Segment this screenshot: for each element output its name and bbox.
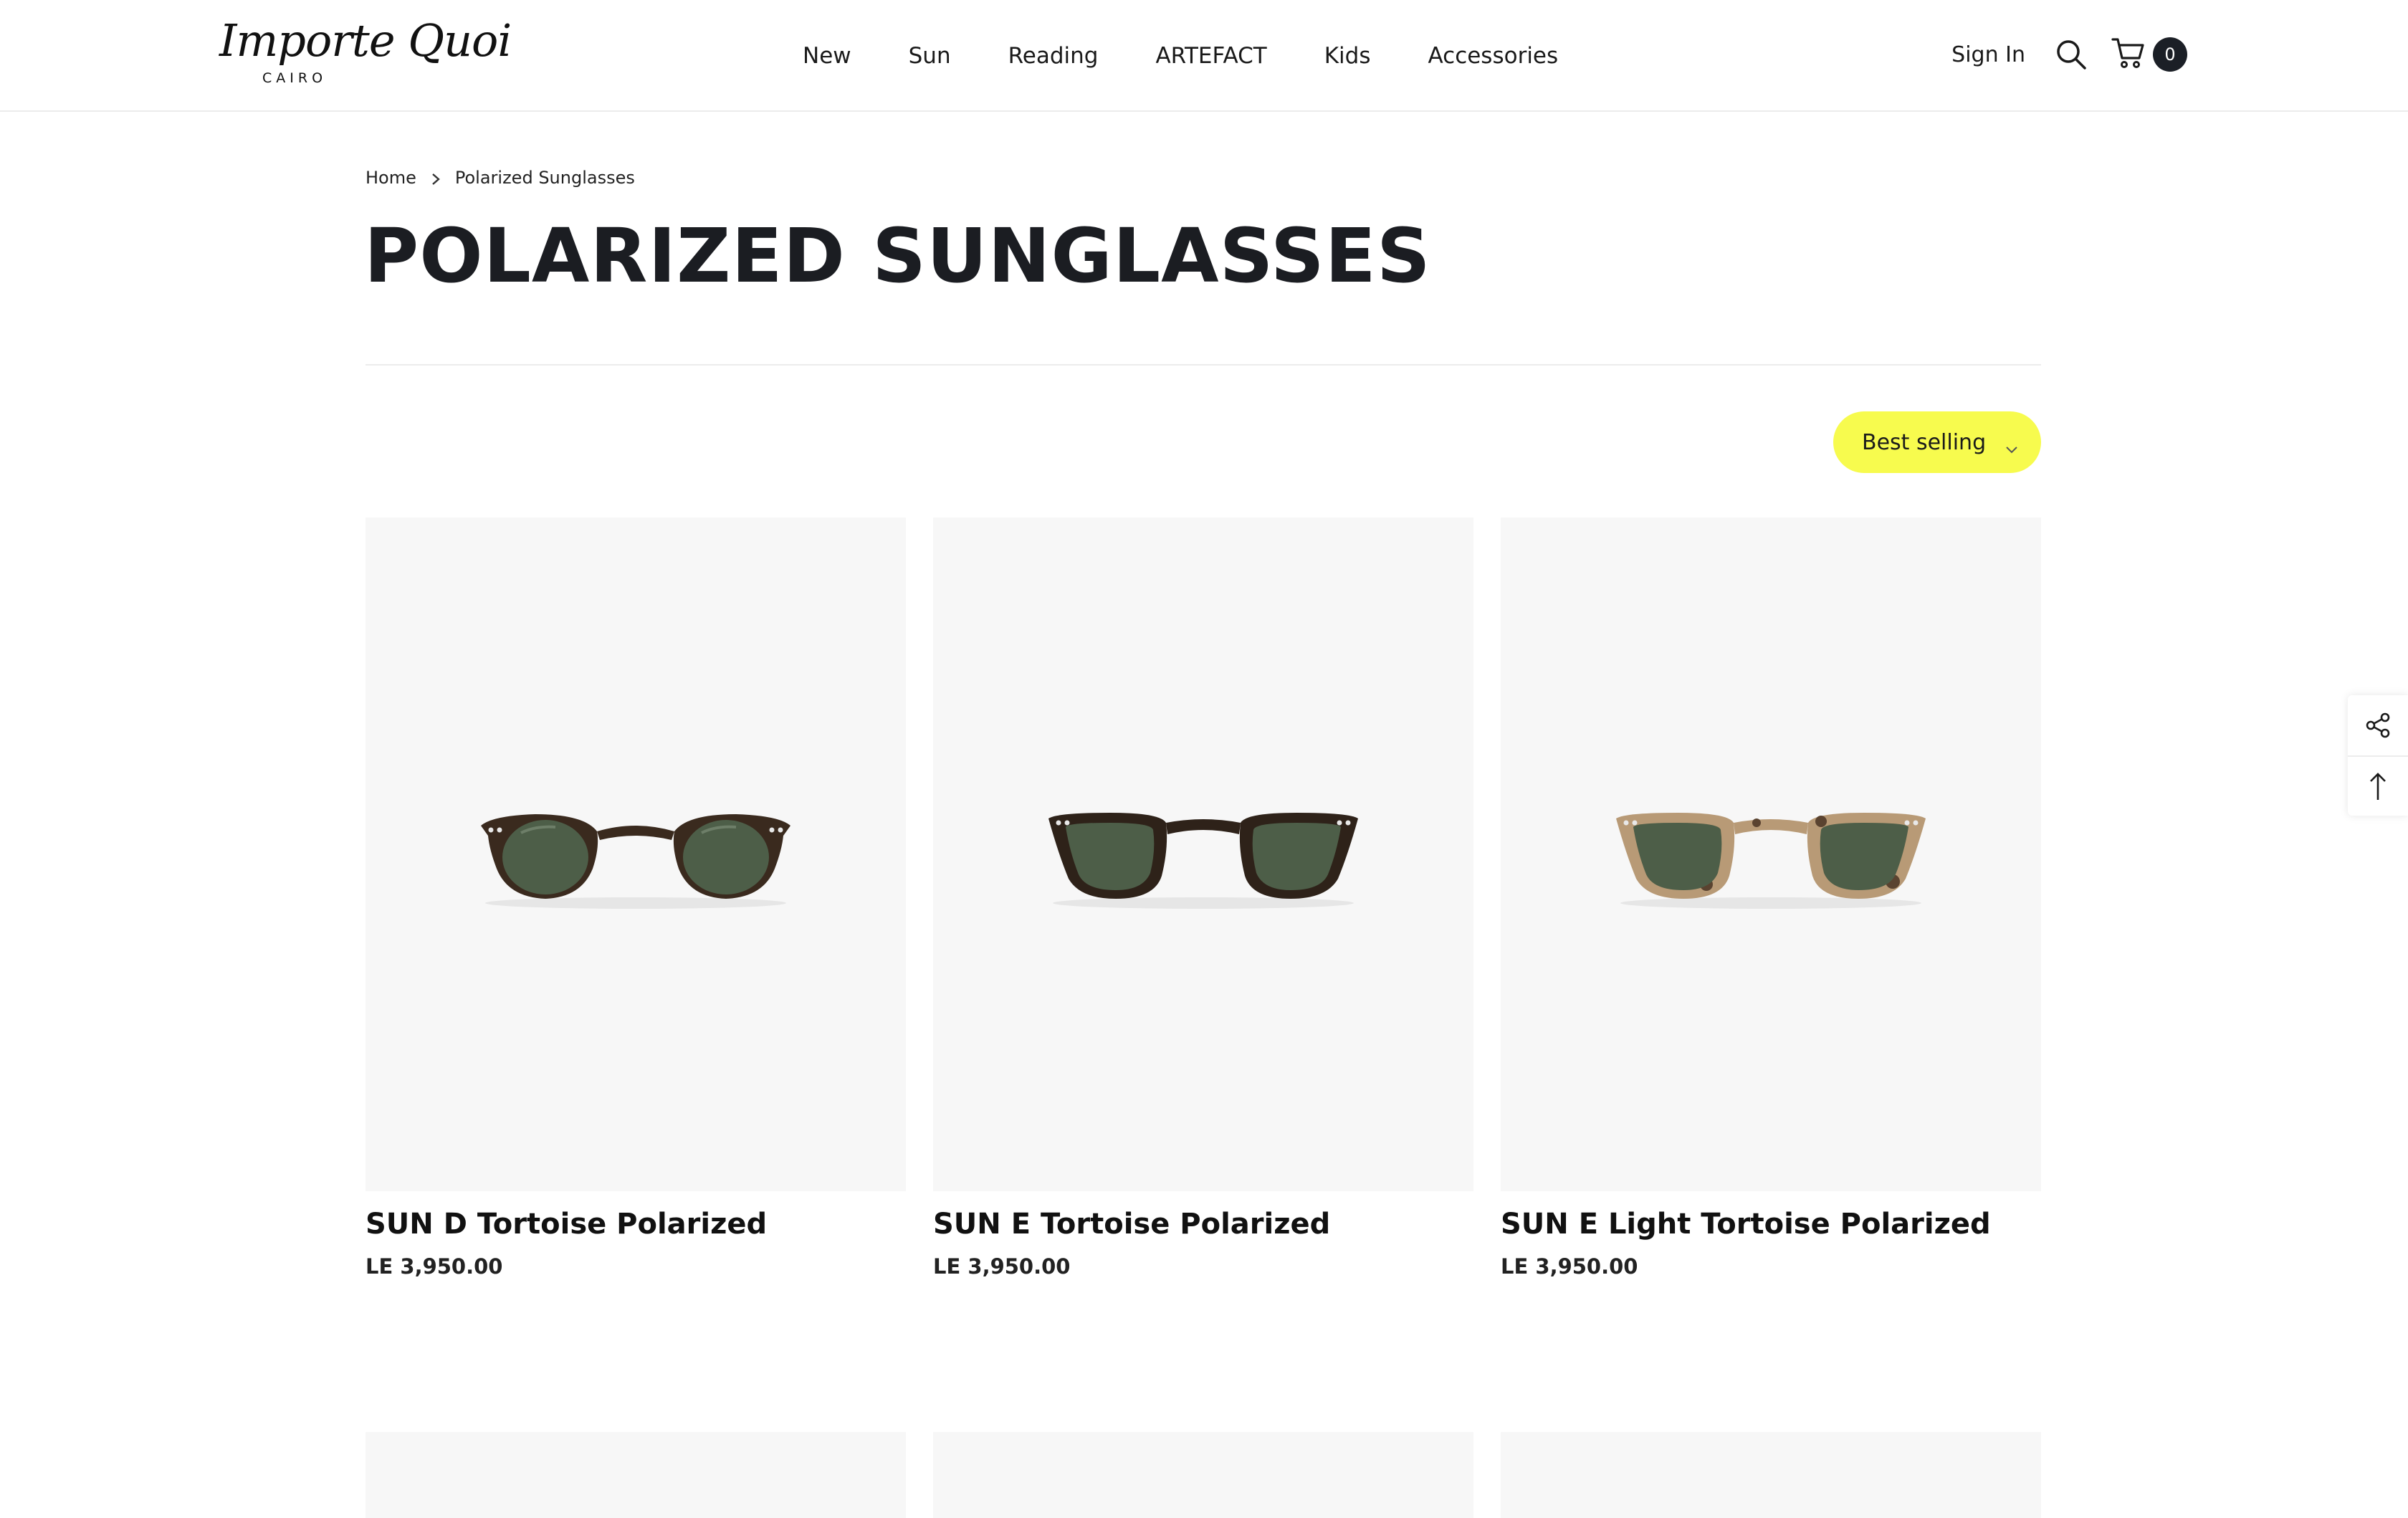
product-title[interactable]: SUN E Light Tortoise Polarized [1501,1207,2041,1241]
sort-selected-value: Best selling [1862,429,1987,455]
product-image[interactable] [1501,1432,2041,1518]
site-logo[interactable]: Importe Quoi CAIRO [219,19,512,90]
product-card[interactable]: SUN E Light Tortoise Polarized LE 3,950.… [1501,517,2041,1279]
side-toolbar [2348,695,2408,816]
nav-item-accessories[interactable]: Accessories [1428,43,1558,69]
nav-item-artefact[interactable]: ARTEFACT [1155,43,1266,69]
divider [366,364,2041,366]
sunglasses-image [1048,813,1358,909]
product-card[interactable]: SUN E Tortoise Polarized LE 3,950.00 [933,517,1473,1279]
cart-button[interactable]: 0 [2111,37,2187,73]
product-image[interactable] [1501,517,2041,1191]
product-card[interactable]: SUN D Tortoise Polarized LE 3,950.00 [366,517,906,1279]
cart-icon [2111,37,2146,73]
nav-item-kids[interactable]: Kids [1324,43,1371,69]
nav-item-sun[interactable]: Sun [909,43,951,69]
product-title[interactable]: SUN D Tortoise Polarized [366,1207,906,1241]
nav-item-new[interactable]: New [803,43,851,69]
product-price: LE 3,950.00 [933,1254,1071,1279]
nav-item-reading[interactable]: Reading [1008,43,1099,69]
product-title[interactable]: SUN E Tortoise Polarized [933,1207,1473,1241]
sunglasses-image [1616,813,1926,909]
sign-in-link[interactable]: Sign In [1951,42,2025,67]
cart-count-badge: 0 [2153,37,2187,72]
breadcrumb-home[interactable]: Home [366,168,416,188]
product-image[interactable] [366,517,906,1191]
sort-select[interactable]: Best selling [1833,411,2041,473]
chevron-right-icon [431,171,441,185]
sunglasses-image [481,814,790,909]
site-header: Importe Quoi CAIRO New Sun Reading ARTEF… [0,0,2408,112]
breadcrumb-current: Polarized Sunglasses [454,168,635,188]
logo-wordmark: Importe Quoi [219,14,512,67]
product-image[interactable] [366,1432,906,1518]
search-icon[interactable] [2053,36,2090,73]
breadcrumb: Home Polarized Sunglasses [366,168,635,188]
product-image[interactable] [933,1432,1473,1518]
header-actions: Sign In 0 [1951,29,2187,80]
back-to-top-icon[interactable] [2348,755,2408,816]
product-price: LE 3,950.00 [366,1254,503,1279]
share-icon[interactable] [2348,695,2408,755]
product-image[interactable] [933,517,1473,1191]
main-nav: New Sun Reading ARTEFACT Kids Accessorie… [803,34,1558,77]
page-title: POLARIZED SUNGLASSES [364,212,1431,300]
chevron-down-icon [2005,436,2018,454]
product-price: LE 3,950.00 [1501,1254,1638,1279]
logo-city: CAIRO [262,70,328,86]
